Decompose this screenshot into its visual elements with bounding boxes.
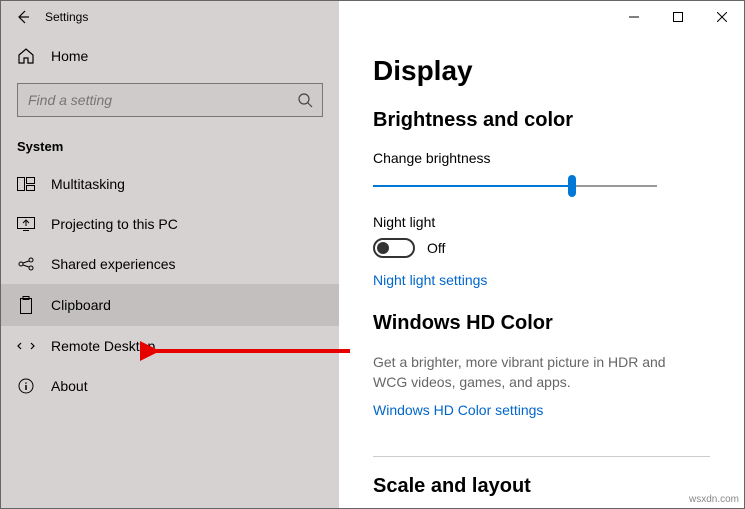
slider-fill — [373, 185, 572, 187]
minimize-button[interactable] — [612, 1, 656, 33]
clipboard-icon — [17, 296, 35, 314]
nightlight-toggle[interactable] — [373, 238, 415, 258]
sidebar-item-clipboard[interactable]: Clipboard — [1, 284, 339, 326]
sidebar-item-shared[interactable]: Shared experiences — [1, 244, 339, 284]
hdcolor-description: Get a brighter, more vibrant picture in … — [373, 353, 683, 392]
search-icon — [297, 92, 313, 108]
sidebar-item-label: Projecting to this PC — [51, 216, 178, 232]
maximize-button[interactable] — [656, 1, 700, 33]
sidebar-item-multitasking[interactable]: Multitasking — [1, 164, 339, 204]
sidebar-item-label: Remote Desktop — [51, 338, 155, 354]
remote-icon — [17, 339, 35, 353]
arrow-left-icon — [15, 9, 31, 25]
sidebar-category: System — [1, 133, 339, 164]
section-brightness: Brightness and color — [373, 109, 710, 132]
sidebar-item-projecting[interactable]: Projecting to this PC — [1, 204, 339, 244]
brightness-label: Change brightness — [373, 150, 710, 166]
home-icon — [17, 47, 35, 65]
sidebar-home[interactable]: Home — [1, 37, 339, 75]
search-input[interactable] — [17, 83, 323, 117]
close-button[interactable] — [700, 1, 744, 33]
sidebar-item-about[interactable]: About — [1, 366, 339, 406]
nightlight-settings-link[interactable]: Night light settings — [373, 272, 487, 288]
back-button[interactable] — [1, 1, 45, 33]
brightness-slider[interactable] — [373, 174, 657, 198]
sidebar: Home System Multitasking Projecting to t… — [1, 33, 339, 508]
toggle-knob — [377, 242, 389, 254]
hdcolor-settings-link[interactable]: Windows HD Color settings — [373, 402, 543, 418]
divider — [373, 456, 710, 457]
section-hdcolor: Windows HD Color — [373, 312, 710, 335]
close-icon — [717, 12, 727, 22]
projecting-icon — [17, 217, 35, 231]
sidebar-item-label: Clipboard — [51, 297, 111, 313]
sidebar-item-remote[interactable]: Remote Desktop — [1, 326, 339, 366]
main-panel: Display Brightness and color Change brig… — [339, 33, 744, 508]
nightlight-label: Night light — [373, 214, 710, 230]
minimize-icon — [629, 12, 639, 22]
about-icon — [17, 378, 35, 394]
maximize-icon — [673, 12, 683, 22]
sidebar-item-label: Shared experiences — [51, 256, 176, 272]
section-scale: Scale and layout — [373, 475, 710, 498]
page-title: Display — [373, 55, 710, 87]
shared-icon — [17, 257, 35, 271]
nightlight-status: Off — [427, 240, 445, 256]
sidebar-item-label: Multitasking — [51, 176, 125, 192]
watermark: wsxdn.com — [689, 494, 739, 505]
sidebar-item-label: About — [51, 378, 88, 394]
window-title: Settings — [45, 10, 88, 24]
sidebar-home-label: Home — [51, 48, 88, 64]
slider-thumb[interactable] — [568, 175, 576, 197]
multitasking-icon — [17, 177, 35, 191]
